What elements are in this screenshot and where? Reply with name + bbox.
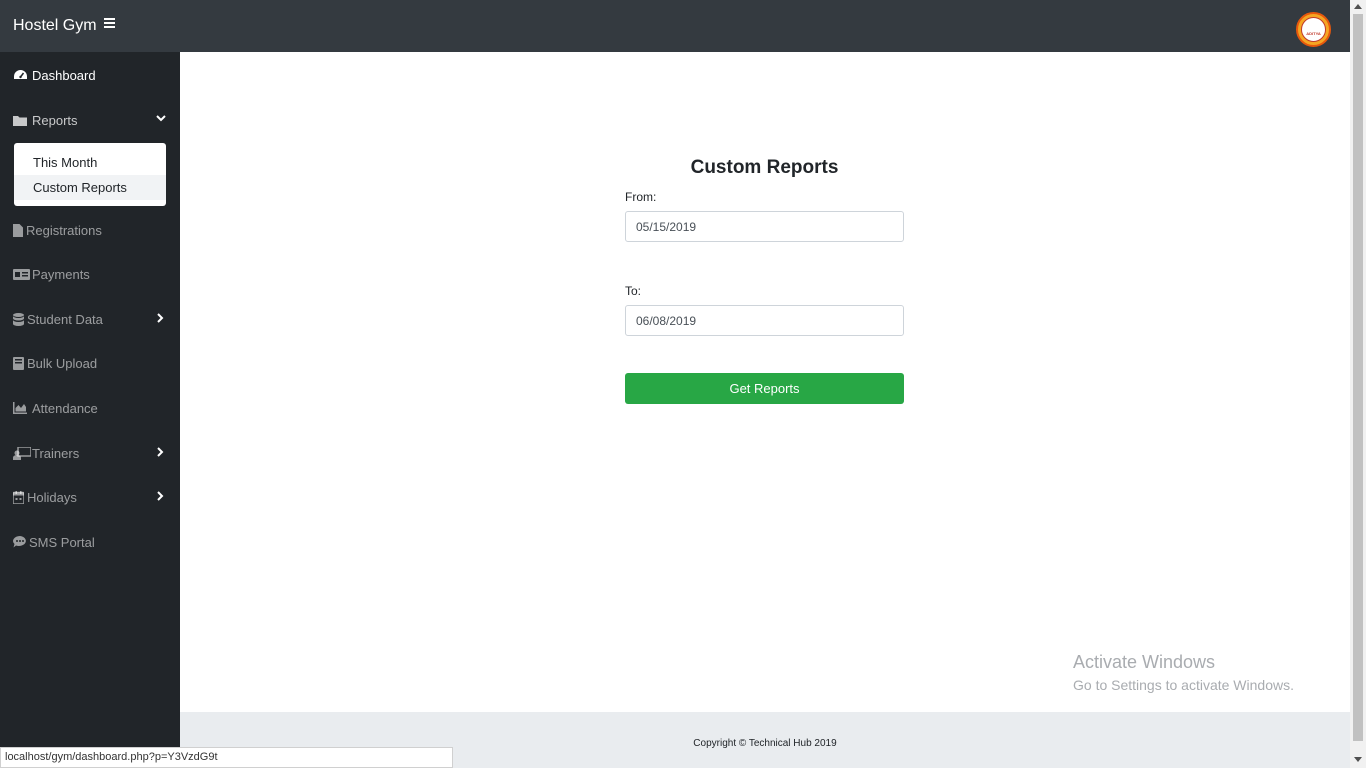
submenu-item-this-month[interactable]: This Month: [14, 150, 166, 175]
page-scrollbar[interactable]: [1350, 0, 1366, 768]
status-bar-url: localhost/gym/dashboard.php?p=Y3VzdG9t: [0, 747, 453, 768]
chevron-right-icon: [156, 447, 166, 457]
sidebar-item-sms-portal[interactable]: SMS Portal: [0, 522, 180, 562]
chevron-down-icon: [156, 114, 166, 124]
sidebar-item-label: Trainers: [32, 446, 80, 461]
submenu-item-custom-reports[interactable]: Custom Reports: [14, 175, 166, 200]
sidebar-item-bulk-upload[interactable]: Bulk Upload: [0, 343, 180, 383]
database-icon: [13, 313, 27, 326]
sidebar-item-reports[interactable]: Reports: [0, 100, 180, 140]
comment-dots-icon: [13, 536, 27, 548]
reports-submenu: This Month Custom Reports: [14, 143, 166, 206]
id-card-icon: [13, 268, 30, 280]
folder-icon: [13, 114, 27, 126]
sidebar-item-attendance[interactable]: Attendance: [0, 388, 180, 428]
sidebar-item-student-data[interactable]: Student Data: [0, 299, 180, 339]
scroll-down-icon[interactable]: [1354, 757, 1362, 762]
page-title: Custom Reports: [690, 157, 839, 178]
sidebar-item-label: Student Data: [27, 312, 103, 327]
from-date-input[interactable]: 05/15/2019: [625, 211, 904, 242]
tachometer-icon: [13, 69, 27, 81]
sidebar-item-label: Payments: [32, 267, 90, 282]
user-avatar[interactable]: ADITYA: [1296, 12, 1331, 47]
area-chart-icon: [13, 402, 27, 414]
submenu-label: This Month: [33, 155, 98, 170]
sidebar-item-dashboard[interactable]: Dashboard: [0, 55, 180, 95]
sidebar-item-label: SMS Portal: [29, 535, 95, 550]
get-reports-button[interactable]: Get Reports: [625, 373, 904, 404]
top-navbar: Hostel Gym ADITYA: [0, 0, 1350, 52]
sidebar-item-trainers[interactable]: Trainers: [0, 433, 180, 473]
brand-title[interactable]: Hostel Gym: [13, 17, 97, 35]
calendar-icon: [12, 491, 27, 505]
from-label: From:: [625, 190, 657, 204]
scroll-up-icon[interactable]: [1354, 4, 1362, 9]
submenu-label: Custom Reports: [33, 180, 127, 195]
menu-toggle-icon[interactable]: [104, 18, 115, 30]
sidebar-item-label: Bulk Upload: [27, 356, 98, 371]
chevron-right-icon: [156, 491, 166, 501]
sidebar-item-payments[interactable]: Payments: [0, 254, 180, 294]
sidebar-item-holidays[interactable]: Holidays: [0, 477, 180, 517]
to-date-input[interactable]: 06/08/2019: [625, 305, 904, 336]
scroll-thumb[interactable]: [1353, 14, 1363, 741]
sidebar-item-label: Attendance: [32, 401, 98, 416]
sidebar-item-label: Registrations: [26, 223, 102, 238]
sidebar-item-label: Dashboard: [32, 68, 96, 83]
sidebar-item-label: Reports: [32, 113, 78, 128]
sidebar-item-label: Holidays: [27, 490, 77, 505]
logo-emblem: [1301, 17, 1326, 42]
activate-windows-subtitle: Go to Settings to activate Windows.: [1073, 677, 1294, 693]
activate-windows-title: Activate Windows: [1073, 652, 1216, 672]
to-label: To:: [625, 284, 642, 298]
logo-text: ADITYA: [1306, 31, 1321, 36]
chalkboard-teacher-icon: [13, 446, 32, 460]
book-icon: [13, 357, 27, 370]
sidebar-item-registrations[interactable]: Registrations: [0, 210, 180, 250]
file-icon: [13, 224, 27, 237]
chevron-right-icon: [156, 313, 166, 323]
